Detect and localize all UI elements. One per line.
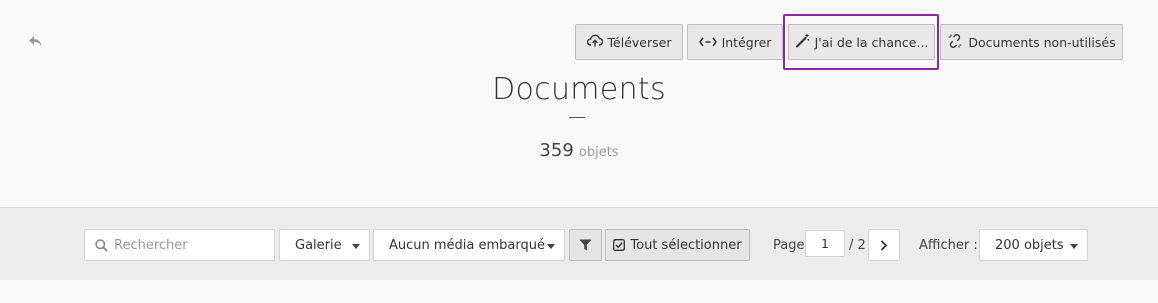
unused-documents-button-label: Documents non-utilisés — [968, 34, 1116, 50]
select-all-label: Tout sélectionner — [630, 237, 742, 253]
chevron-down-icon — [1070, 244, 1078, 249]
items-per-page-value: 200 objets — [995, 237, 1064, 253]
unused-documents-button[interactable]: Documents non-utilisés — [940, 24, 1123, 60]
view-mode-value: Galerie — [295, 237, 342, 253]
upload-button-label: Téléverser — [607, 34, 672, 50]
chevron-right-icon — [880, 239, 888, 251]
search-icon — [95, 238, 108, 252]
unlink-icon — [947, 33, 963, 52]
checkbox-checked-icon — [613, 239, 626, 251]
page-label: Page — [773, 237, 805, 253]
page-total: / 2 — [849, 237, 866, 253]
embed-code-icon — [698, 35, 717, 50]
object-count-number: 359 — [539, 140, 574, 161]
toolbar: Rechercher Galerie Aucun média embarqué … — [0, 207, 1158, 280]
content-area — [0, 280, 1158, 303]
cloud-upload-icon — [586, 34, 603, 50]
upload-button[interactable]: Téléverser — [575, 24, 683, 60]
select-all-button[interactable]: Tout sélectionner — [605, 229, 750, 261]
object-count-label: objets — [578, 145, 619, 160]
view-mode-select[interactable]: Galerie — [279, 229, 370, 261]
embed-button-label: Intégrer — [721, 34, 772, 50]
show-label: Afficher : — [919, 237, 978, 253]
filter-button[interactable] — [569, 229, 602, 261]
page-number-input[interactable] — [805, 230, 845, 257]
next-page-button[interactable] — [868, 229, 900, 261]
embed-filter-select[interactable]: Aucun média embarqué — [373, 229, 565, 261]
embed-filter-value: Aucun média embarqué — [389, 237, 545, 253]
funnel-icon — [579, 239, 592, 251]
feeling-lucky-button-label: J'ai de la chance... — [814, 34, 929, 50]
search-placeholder: Rechercher — [114, 237, 188, 253]
chevron-down-icon — [547, 244, 555, 249]
magic-wand-icon — [795, 33, 810, 51]
feeling-lucky-button[interactable]: J'ai de la chance... — [788, 24, 935, 60]
page-title: Documents — [492, 72, 666, 107]
back-button[interactable] — [26, 33, 46, 53]
object-count: 359 objets — [0, 140, 1158, 161]
embed-button[interactable]: Intégrer — [687, 24, 783, 60]
chevron-down-icon — [352, 244, 360, 249]
title-divider — [569, 117, 585, 118]
undo-arrow-icon — [28, 34, 44, 53]
items-per-page-select[interactable]: 200 objets — [979, 229, 1088, 261]
search-input[interactable]: Rechercher — [84, 229, 275, 261]
